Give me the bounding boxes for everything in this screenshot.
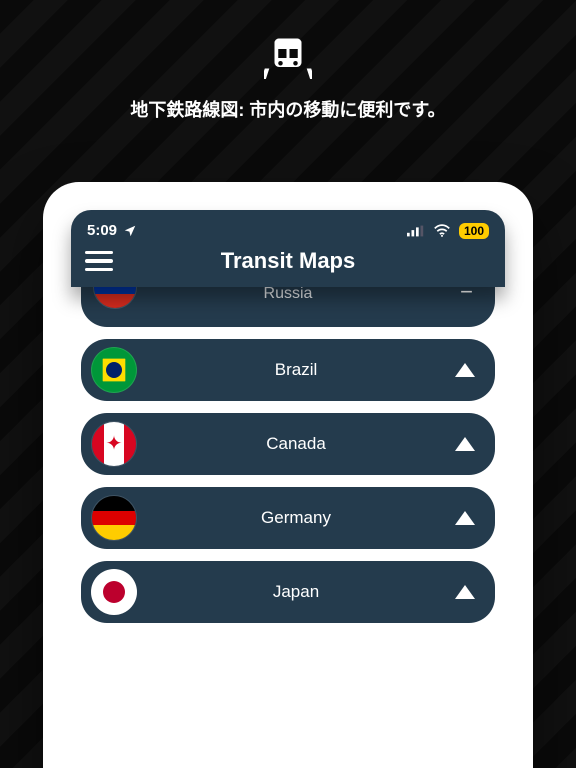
cellular-icon <box>407 225 425 237</box>
tablet-frame: 5:09 100 Transit Maps <box>43 182 533 768</box>
appbar-container: 5:09 100 Transit Maps <box>71 210 505 287</box>
flag-icon-japan <box>91 569 137 615</box>
location-icon <box>123 224 137 238</box>
country-row-russia[interactable]: Russia − <box>81 287 495 327</box>
flag-icon-germany <box>91 495 137 541</box>
country-row-germany[interactable]: Germany <box>81 487 495 549</box>
status-bar: 5:09 100 <box>71 210 505 241</box>
flag-icon-brazil <box>91 347 137 393</box>
train-icon <box>264 34 312 82</box>
app-title: Transit Maps <box>71 248 505 274</box>
expand-icon <box>455 437 475 451</box>
status-time: 5:09 <box>87 222 117 239</box>
country-label: Japan <box>137 582 455 602</box>
hero-caption: 地下鉄路線図: 市内の移動に便利です。 <box>130 96 445 122</box>
country-label: Russia <box>81 287 495 303</box>
country-row-brazil[interactable]: Brazil <box>81 339 495 401</box>
expand-icon <box>455 585 475 599</box>
expand-icon <box>455 511 475 525</box>
country-label: Germany <box>137 508 455 528</box>
country-row-canada[interactable]: ✦ Canada <box>81 413 495 475</box>
country-label: Brazil <box>137 360 455 380</box>
country-list[interactable]: Russia − Brazil ✦ Canada Germany <box>71 287 505 623</box>
country-label: Canada <box>137 434 455 454</box>
menu-button[interactable] <box>85 251 113 271</box>
wifi-icon <box>433 224 451 237</box>
collapse-icon: − <box>460 287 473 297</box>
expand-icon <box>455 363 475 377</box>
country-row-japan[interactable]: Japan <box>81 561 495 623</box>
battery-level: 100 <box>459 223 489 239</box>
flag-icon-canada: ✦ <box>91 421 137 467</box>
